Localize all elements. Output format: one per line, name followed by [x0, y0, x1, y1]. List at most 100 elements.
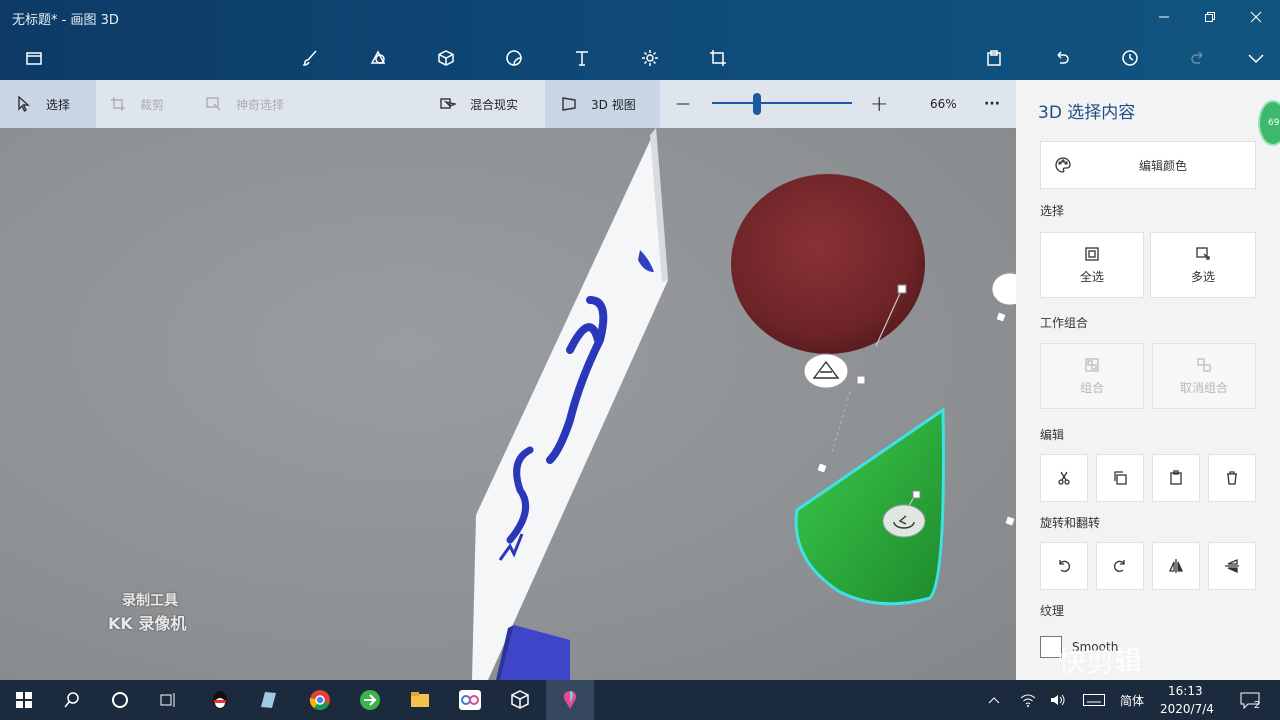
history-button[interactable]	[1112, 44, 1148, 72]
sun-icon	[642, 50, 658, 66]
paste-button[interactable]	[976, 44, 1012, 72]
panel-title: 3D 选择内容	[1038, 103, 1136, 123]
offscreen-handle-2[interactable]	[1004, 515, 1016, 527]
selection-guide-line	[831, 391, 851, 453]
file-explorer-app[interactable]	[396, 680, 444, 720]
zoom-out-button[interactable]: —	[676, 80, 696, 128]
group-section-label: 工作组合	[1040, 316, 1089, 330]
rotate-left-icon	[1059, 560, 1070, 572]
crop-button[interactable]: 裁剪	[110, 80, 200, 128]
minimize-button[interactable]	[1141, 4, 1187, 30]
zoom-in-button[interactable]: +	[870, 80, 890, 128]
delete-button[interactable]	[1208, 454, 1256, 502]
app-title: 无标题* - 画图 3D	[12, 13, 119, 28]
3d-view-button[interactable]: 3D 视图	[545, 80, 660, 128]
flip-horizontal-button[interactable]	[1152, 542, 1200, 590]
effects-tool[interactable]	[632, 44, 668, 72]
edit-section-label: 编辑	[1040, 428, 1065, 442]
selection-corner-handle[interactable]	[816, 462, 828, 474]
select-toolbar: 选择 裁剪 神奇选择 混合现实 3D 视图 — + 66% ···	[0, 80, 1016, 128]
stickers-tool[interactable]	[496, 44, 532, 72]
3d-shapes-tool[interactable]	[428, 44, 464, 72]
sphere-3d-object[interactable]	[731, 174, 925, 354]
rotate-right-icon	[1114, 560, 1125, 572]
clock-date[interactable]: 2020/7/4	[1160, 702, 1214, 716]
sticker-icon	[506, 50, 522, 66]
keyboard-icon	[1083, 694, 1105, 706]
ime-indicator[interactable]: 简体	[1114, 680, 1150, 720]
mixed-reality-button[interactable]: 混合现实	[440, 80, 540, 128]
rotate-right-button[interactable]	[1096, 542, 1144, 590]
windows-icon	[16, 692, 32, 708]
multi-select-icon	[1196, 246, 1210, 260]
zoom-percent: 66%	[930, 97, 957, 111]
notes-app[interactable]	[244, 680, 292, 720]
cortana-button[interactable]	[96, 680, 144, 720]
edit-color-button[interactable]: 编辑颜色	[1040, 141, 1256, 189]
cube-icon	[511, 690, 529, 709]
notification-button[interactable]: 2	[1228, 680, 1272, 720]
photos-app[interactable]	[446, 680, 494, 720]
canvas-tool[interactable]	[700, 44, 736, 72]
volume-button[interactable]	[1046, 680, 1070, 720]
qq-app[interactable]	[196, 680, 244, 720]
undo-button[interactable]	[1044, 44, 1080, 72]
search-button[interactable]	[48, 680, 96, 720]
chrome-app[interactable]	[296, 680, 344, 720]
zoom-slider-track[interactable]	[712, 102, 852, 104]
rotate-gizmo[interactable]	[803, 353, 849, 389]
crop-icon	[111, 97, 125, 111]
group-button[interactable]: 组合	[1040, 343, 1144, 409]
undo-icon	[1057, 51, 1069, 64]
restore-button[interactable]	[1187, 4, 1233, 30]
paste-panel-button[interactable]	[1152, 454, 1200, 502]
cube-3d-object[interactable]	[496, 625, 570, 680]
trash-icon	[1227, 471, 1237, 485]
task-view-button[interactable]	[144, 680, 192, 720]
rotate-left-button[interactable]	[1040, 542, 1088, 590]
network-button[interactable]	[1016, 680, 1040, 720]
select-label: 选择	[46, 97, 71, 112]
close-icon	[1250, 11, 1262, 23]
cone-3d-object[interactable]	[794, 407, 945, 606]
clock-time[interactable]: 16:13	[1168, 684, 1203, 698]
keyboard-button[interactable]	[1080, 680, 1108, 720]
3d-view-label: 3D 视图	[591, 97, 636, 112]
select-button[interactable]: 选择	[0, 80, 96, 128]
2d-shapes-tool[interactable]	[360, 44, 396, 72]
start-button[interactable]	[0, 680, 48, 720]
cone-rotate-gizmo[interactable]	[882, 504, 926, 538]
sphere-resize-handle[interactable]	[897, 284, 907, 294]
sign-3d-object[interactable]	[472, 128, 668, 680]
3d-viewer-app[interactable]	[496, 680, 544, 720]
tray-expand-button[interactable]	[984, 680, 1004, 720]
offscreen-handle[interactable]	[995, 311, 1007, 323]
close-button[interactable]	[1233, 4, 1279, 30]
side-float-badge[interactable]: 69	[1258, 100, 1280, 146]
more-options-button[interactable]: ···	[984, 80, 1008, 128]
text-tool[interactable]	[564, 44, 600, 72]
select-all-label: 全选	[1079, 269, 1104, 284]
menu-button[interactable]	[16, 44, 52, 72]
gizmo-handle[interactable]	[856, 375, 866, 385]
cone-resize-handle[interactable]	[912, 490, 921, 499]
offscreen-gizmo[interactable]	[991, 272, 1016, 306]
flip-horizontal-icon	[1168, 559, 1184, 573]
browser-360-app[interactable]	[346, 680, 394, 720]
group-label: 组合	[1079, 380, 1104, 395]
multi-select-button[interactable]: 多选	[1150, 232, 1256, 298]
cut-button[interactable]	[1040, 454, 1088, 502]
redo-button[interactable]	[1180, 44, 1216, 72]
brushes-tool[interactable]	[292, 44, 328, 72]
scissors-icon	[1058, 471, 1070, 485]
flip-vertical-button[interactable]	[1208, 542, 1256, 590]
paint-3d-app[interactable]	[546, 680, 594, 720]
copy-button[interactable]	[1096, 454, 1144, 502]
ungroup-button[interactable]: 取消组合	[1152, 343, 1256, 409]
magic-select-button[interactable]: 神奇选择	[206, 80, 316, 128]
select-all-button[interactable]: 全选	[1040, 232, 1144, 298]
copy-icon	[1114, 471, 1127, 485]
zoom-slider-thumb[interactable]	[753, 93, 761, 115]
ungroup-icon	[1197, 357, 1211, 372]
expand-menu-button[interactable]	[1238, 44, 1274, 72]
